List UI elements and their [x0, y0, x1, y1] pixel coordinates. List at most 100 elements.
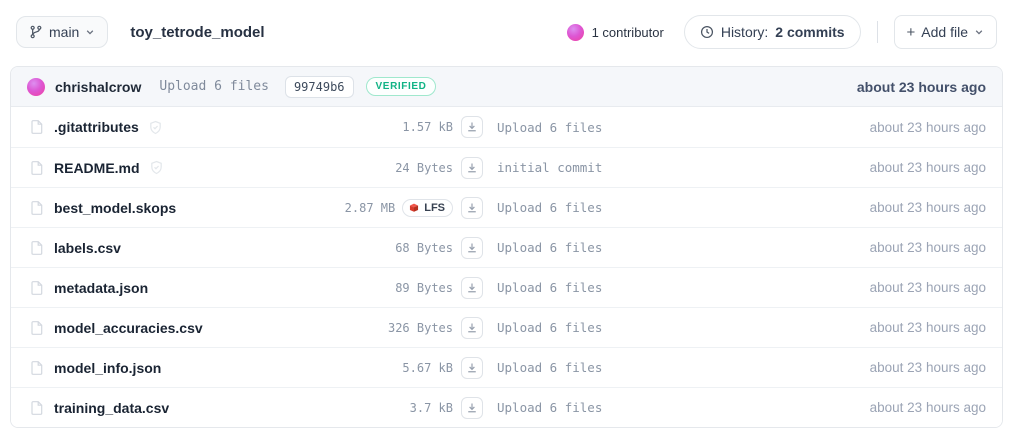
file-size: 5.67 kB [402, 361, 453, 375]
file-size: 3.7 kB [410, 401, 453, 415]
download-button[interactable] [461, 237, 483, 259]
file-icon [29, 119, 45, 135]
history-commit-count: 2 commits [775, 24, 844, 40]
history-button[interactable]: History: 2 commits [684, 15, 861, 49]
file-browser-table: chrishalcrow Upload 6 files 99749b6 VERI… [10, 66, 1003, 428]
add-file-label: Add file [921, 24, 968, 40]
file-name-cell: model_info.json [29, 360, 303, 376]
download-button[interactable] [461, 317, 483, 339]
file-name-link[interactable]: .gitattributes [54, 119, 139, 135]
commit-author-link[interactable]: chrishalcrow [55, 79, 141, 95]
file-name-cell: .gitattributes [29, 119, 303, 135]
file-icon [29, 160, 45, 176]
table-row: training_data.csv 3.7 kB Upload 6 files … [11, 387, 1002, 427]
file-size-cell: 1.57 kB [303, 120, 453, 134]
commit-author-avatar[interactable] [27, 78, 45, 96]
file-name-cell: training_data.csv [29, 400, 303, 416]
file-size: 1.57 kB [402, 120, 453, 134]
download-button[interactable] [461, 116, 483, 138]
file-size: 89 Bytes [395, 281, 453, 295]
file-name-cell: labels.csv [29, 240, 303, 256]
row-timestamp: about 23 hours ago [712, 160, 986, 175]
file-icon [29, 200, 45, 216]
lfs-label: LFS [424, 202, 445, 214]
file-size: 68 Bytes [395, 241, 453, 255]
download-button[interactable] [461, 197, 483, 219]
file-name-cell: metadata.json [29, 280, 303, 296]
file-name-link[interactable]: labels.csv [54, 240, 121, 256]
file-name-link[interactable]: README.md [54, 160, 140, 176]
file-size-cell: 326 Bytes [303, 321, 453, 335]
file-size-cell: 24 Bytes [303, 161, 453, 175]
row-commit-message-link[interactable]: Upload 6 files [497, 360, 712, 375]
file-icon [29, 400, 45, 416]
file-size-cell: 89 Bytes [303, 281, 453, 295]
contributors-group[interactable]: 1 contributor [567, 24, 664, 41]
shield-check-icon[interactable] [149, 160, 164, 175]
file-size: 326 Bytes [388, 321, 453, 335]
row-commit-message-link[interactable]: Upload 6 files [497, 400, 712, 415]
row-commit-message-link[interactable]: Upload 6 files [497, 240, 712, 255]
contributors-count-label: 1 contributor [592, 25, 664, 40]
lfs-cube-icon [408, 202, 420, 214]
file-name-link[interactable]: model_accuracies.csv [54, 320, 203, 336]
download-button[interactable] [461, 357, 483, 379]
table-row: README.md 24 Bytes initial commit about … [11, 147, 1002, 187]
row-timestamp: about 23 hours ago [712, 240, 986, 255]
file-name-link[interactable]: metadata.json [54, 280, 148, 296]
row-timestamp: about 23 hours ago [712, 120, 986, 135]
git-branch-icon [29, 25, 43, 39]
add-file-button[interactable]: + Add file [894, 15, 997, 49]
branch-selector-button[interactable]: main [16, 16, 108, 48]
chevron-down-icon [85, 27, 95, 37]
file-size: 2.87 MB [345, 201, 396, 215]
file-name-cell: best_model.skops [29, 200, 303, 216]
commit-timestamp: about 23 hours ago [857, 79, 986, 95]
file-name-cell: README.md [29, 160, 303, 176]
download-button[interactable] [461, 397, 483, 419]
row-commit-message-link[interactable]: initial commit [497, 160, 712, 175]
table-row: best_model.skops 2.87 MB LFS Uploa [11, 187, 1002, 227]
row-timestamp: about 23 hours ago [712, 320, 986, 335]
commit-message-link[interactable]: Upload 6 files [159, 79, 269, 94]
file-name-link[interactable]: best_model.skops [54, 200, 176, 216]
repo-name-breadcrumb[interactable]: toy_tetrode_model [130, 24, 264, 41]
file-name-link[interactable]: model_info.json [54, 360, 161, 376]
plus-icon: + [907, 25, 916, 40]
file-icon [29, 320, 45, 336]
file-size-cell: 3.7 kB [303, 401, 453, 415]
chevron-down-icon [974, 27, 984, 37]
file-size-cell: 2.87 MB LFS [303, 199, 453, 217]
shield-check-icon[interactable] [148, 120, 163, 135]
file-name-cell: model_accuracies.csv [29, 320, 303, 336]
row-commit-message-link[interactable]: Upload 6 files [497, 280, 712, 295]
file-size-cell: 68 Bytes [303, 241, 453, 255]
history-label: History: [721, 24, 768, 40]
file-size: 24 Bytes [395, 161, 453, 175]
file-size-cell: 5.67 kB [303, 361, 453, 375]
table-row: .gitattributes 1.57 kB Upload 6 files ab… [11, 107, 1002, 147]
row-timestamp: about 23 hours ago [712, 360, 986, 375]
file-icon [29, 360, 45, 376]
last-commit-header: chrishalcrow Upload 6 files 99749b6 VERI… [11, 67, 1002, 107]
file-icon [29, 280, 45, 296]
repo-toolbar: main toy_tetrode_model 1 contributor His… [0, 0, 1013, 64]
commit-hash-link[interactable]: 99749b6 [285, 76, 354, 98]
toolbar-divider [877, 21, 878, 43]
file-name-link[interactable]: training_data.csv [54, 400, 169, 416]
contributor-avatar[interactable] [567, 24, 584, 41]
row-timestamp: about 23 hours ago [712, 200, 986, 215]
row-commit-message-link[interactable]: Upload 6 files [497, 320, 712, 335]
row-timestamp: about 23 hours ago [712, 280, 986, 295]
table-row: labels.csv 68 Bytes Upload 6 files about… [11, 227, 1002, 267]
table-row: model_info.json 5.67 kB Upload 6 files a… [11, 347, 1002, 387]
table-row: metadata.json 89 Bytes Upload 6 files ab… [11, 267, 1002, 307]
branch-name: main [49, 24, 79, 40]
download-button[interactable] [461, 157, 483, 179]
row-commit-message-link[interactable]: Upload 6 files [497, 200, 712, 215]
download-button[interactable] [461, 277, 483, 299]
lfs-badge: LFS [402, 199, 453, 217]
row-commit-message-link[interactable]: Upload 6 files [497, 120, 712, 135]
verified-badge[interactable]: VERIFIED [366, 77, 437, 96]
clock-icon [700, 25, 714, 39]
